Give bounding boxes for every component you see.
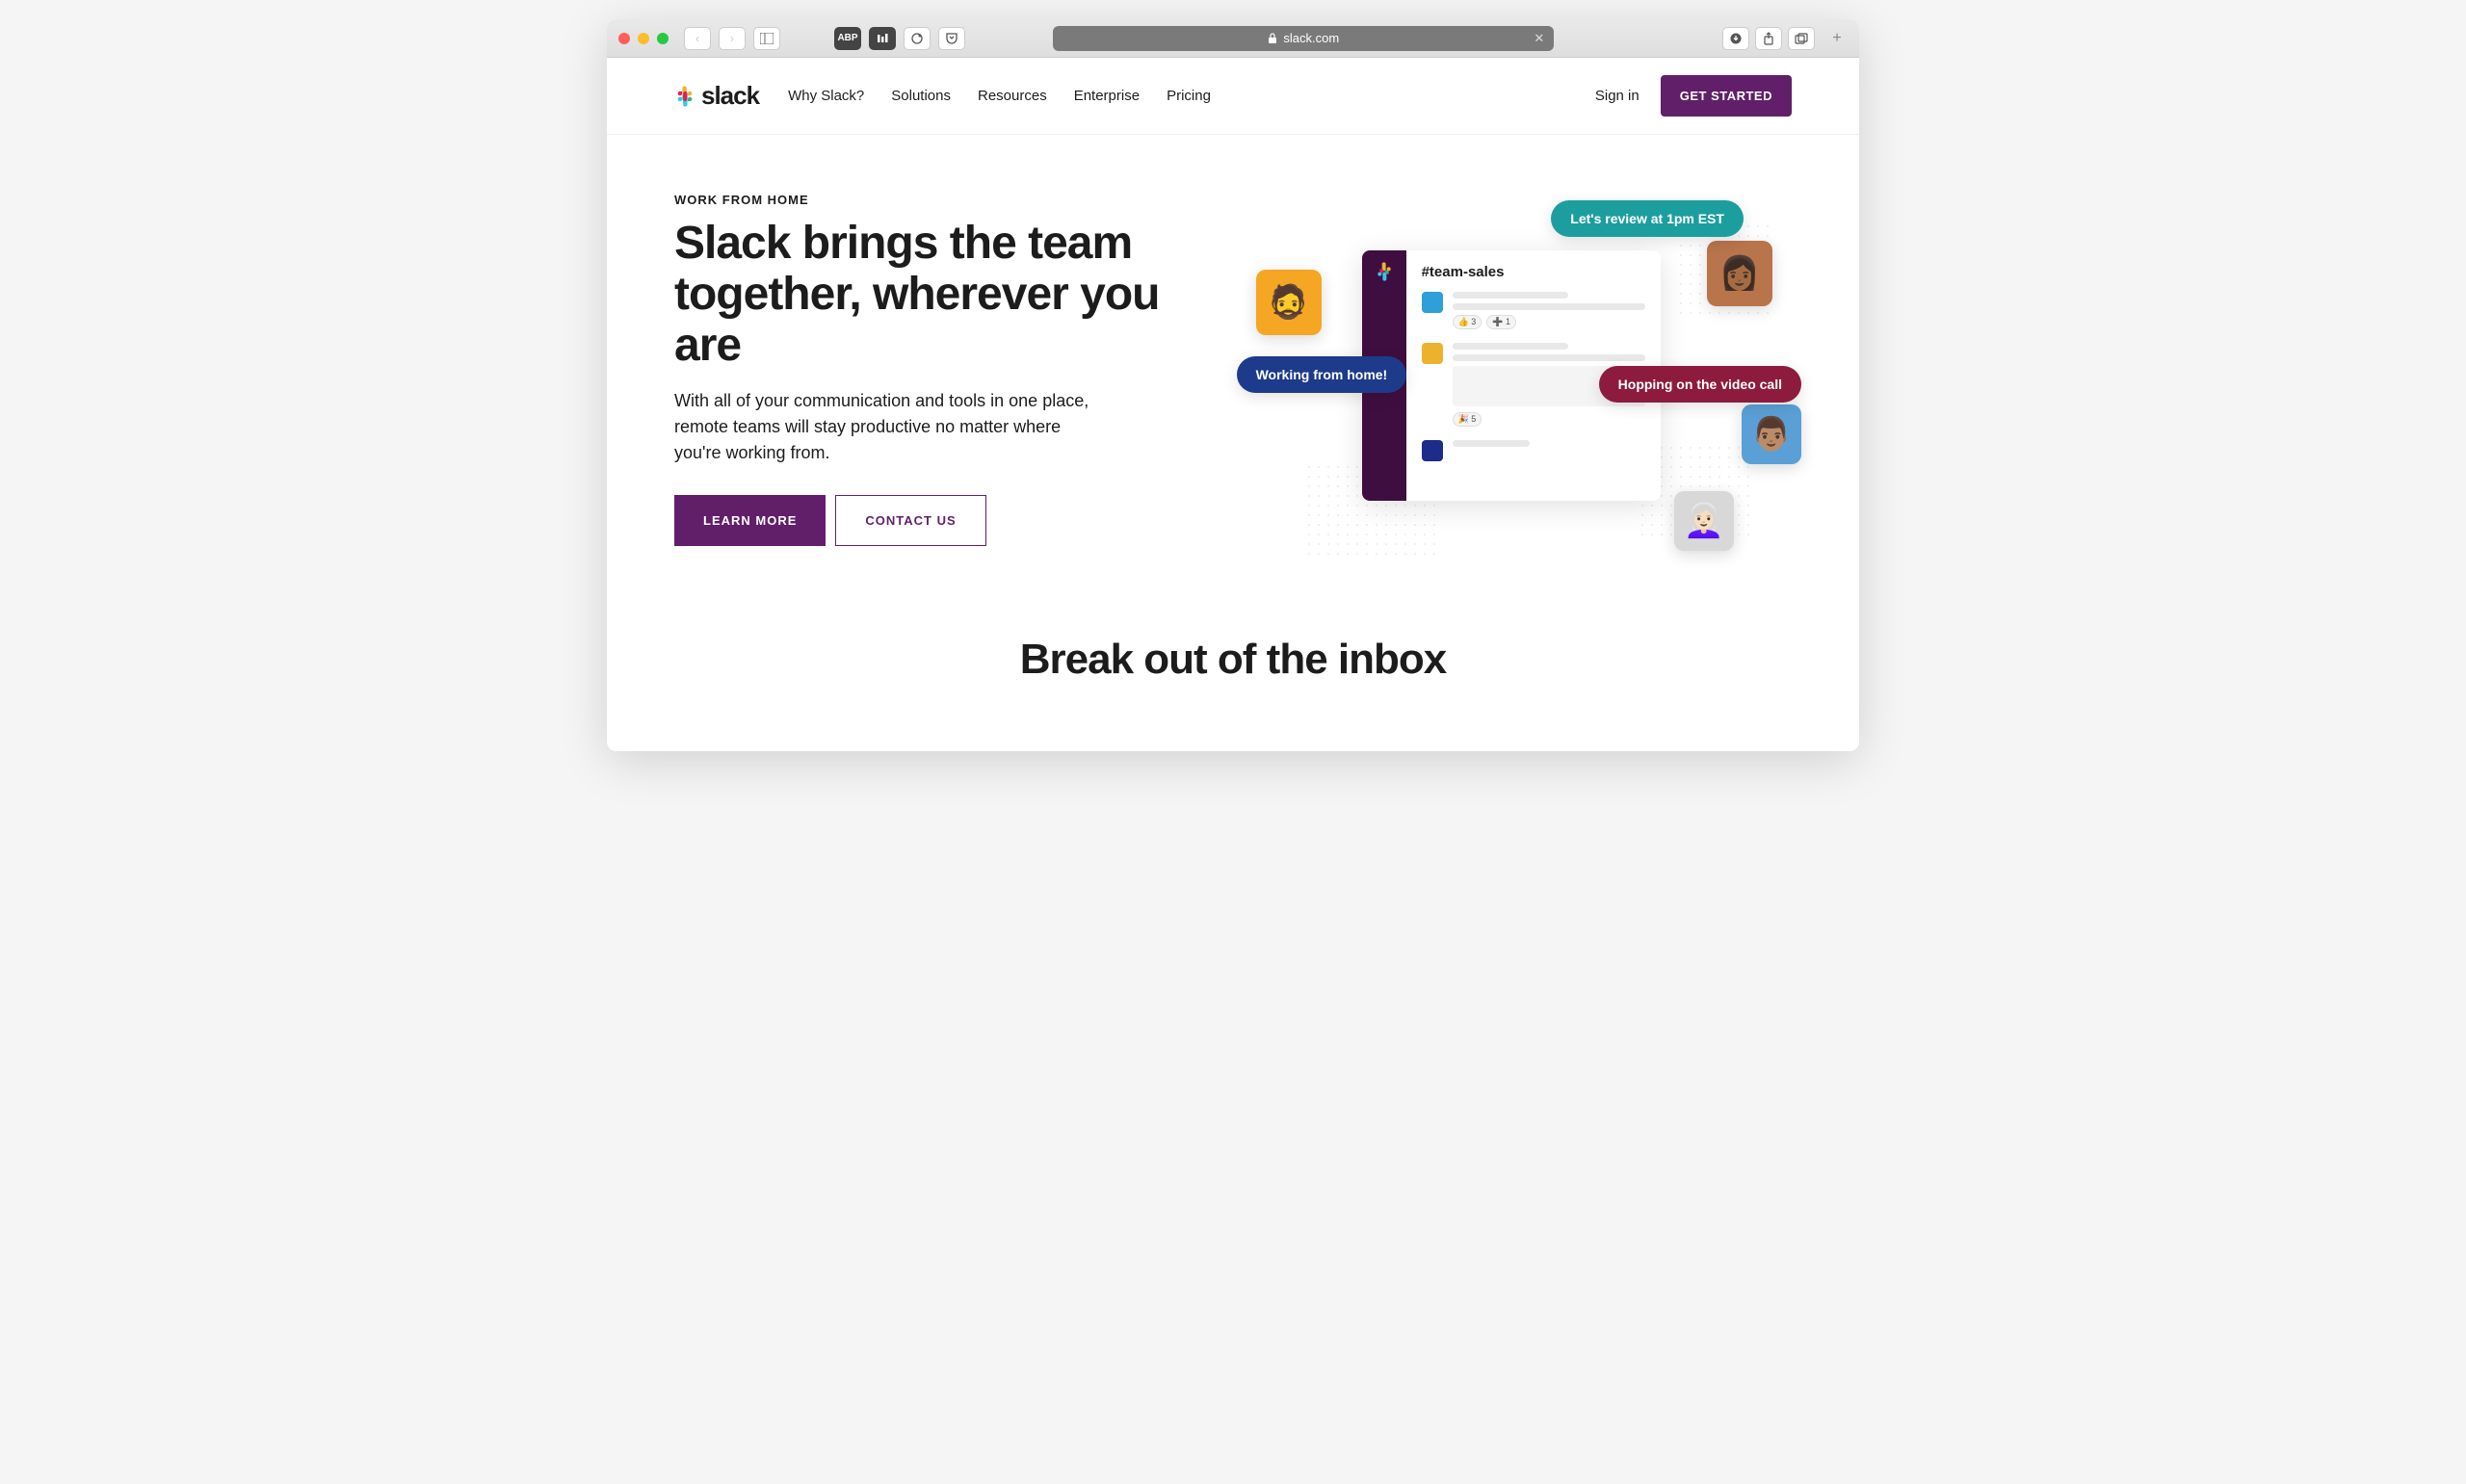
hero-eyebrow: WORK FROM HOME (674, 193, 1189, 207)
channel-name: #team-sales (1422, 264, 1645, 280)
browser-chrome: ‹ › ABP slack.com ✕ (607, 19, 1859, 58)
slack-logo[interactable]: slack (674, 81, 759, 111)
pocket-extension-icon[interactable] (938, 27, 965, 50)
message-line (1453, 354, 1645, 361)
nav-resources[interactable]: Resources (978, 88, 1047, 104)
slack-logo-icon (674, 86, 695, 107)
person-avatar: 👩🏻‍🦳 (1674, 491, 1734, 551)
contact-us-button[interactable]: CONTACT US (835, 495, 985, 546)
forward-button[interactable]: › (719, 27, 746, 50)
message-avatar (1422, 440, 1443, 461)
back-button[interactable]: ‹ (684, 27, 711, 50)
hero-subcopy: With all of your communication and tools… (674, 388, 1098, 466)
share-icon[interactable] (1755, 27, 1782, 50)
nav-pricing[interactable]: Pricing (1167, 88, 1211, 104)
browser-window: ‹ › ABP slack.com ✕ (607, 19, 1859, 751)
nav-why-slack[interactable]: Why Slack? (788, 88, 864, 104)
adblock-extension-icon[interactable]: ABP (834, 27, 861, 50)
page-content: slack Why Slack? Solutions Resources Ent… (607, 58, 1859, 751)
chat-bubble: Let's review at 1pm EST (1551, 200, 1744, 237)
reaction-badge: 👍 3 (1453, 315, 1482, 329)
get-started-button[interactable]: GET STARTED (1661, 75, 1792, 117)
nav-enterprise[interactable]: Enterprise (1074, 88, 1140, 104)
message-line (1453, 292, 1568, 299)
close-window-icon[interactable] (618, 33, 630, 44)
window-controls (618, 33, 669, 44)
new-tab-button[interactable]: + (1826, 19, 1848, 58)
person-avatar: 👩🏾 (1707, 241, 1772, 306)
extension-icon[interactable] (904, 27, 931, 50)
message-line (1453, 440, 1530, 447)
hero-headline: Slack brings the team together, wherever… (674, 219, 1189, 371)
tabs-icon[interactable] (1788, 27, 1815, 50)
maximize-window-icon[interactable] (657, 33, 669, 44)
sidebar-toggle-icon[interactable] (753, 27, 780, 50)
reaction-badge: ➕ 1 (1486, 315, 1516, 329)
main-nav: Why Slack? Solutions Resources Enterpris… (788, 88, 1211, 104)
section-headline: Break out of the inbox (607, 636, 1859, 684)
lock-icon (1268, 33, 1277, 44)
site-header: slack Why Slack? Solutions Resources Ent… (607, 58, 1859, 135)
message-line (1453, 343, 1568, 350)
message-avatar (1422, 343, 1443, 364)
person-avatar: 👨🏽 (1742, 404, 1801, 464)
sign-in-link[interactable]: Sign in (1595, 88, 1640, 104)
downloads-icon[interactable] (1722, 27, 1749, 50)
section-break-out: Break out of the inbox (607, 597, 1859, 713)
reaction-badge: 🎉 5 (1453, 412, 1482, 427)
stop-reload-icon[interactable]: ✕ (1534, 31, 1544, 46)
slack-icon (1375, 262, 1394, 281)
chat-bubble: Hopping on the video call (1599, 366, 1801, 403)
minimize-window-icon[interactable] (638, 33, 649, 44)
address-bar[interactable]: slack.com ✕ (1053, 26, 1554, 51)
nav-solutions[interactable]: Solutions (891, 88, 951, 104)
slack-logo-text: slack (701, 81, 759, 111)
chat-bubble: Working from home! (1237, 356, 1407, 393)
hero-illustration: #team-sales 👍 3 ➕ 1 (1227, 193, 1792, 559)
url-text: slack.com (1283, 31, 1339, 45)
learn-more-button[interactable]: LEARN MORE (674, 495, 826, 546)
person-avatar: 🧔 (1256, 270, 1322, 335)
message-avatar (1422, 292, 1443, 313)
hero-section: WORK FROM HOME Slack brings the team tog… (607, 135, 1859, 597)
message-line (1453, 303, 1645, 310)
extension-icon[interactable] (869, 27, 896, 50)
